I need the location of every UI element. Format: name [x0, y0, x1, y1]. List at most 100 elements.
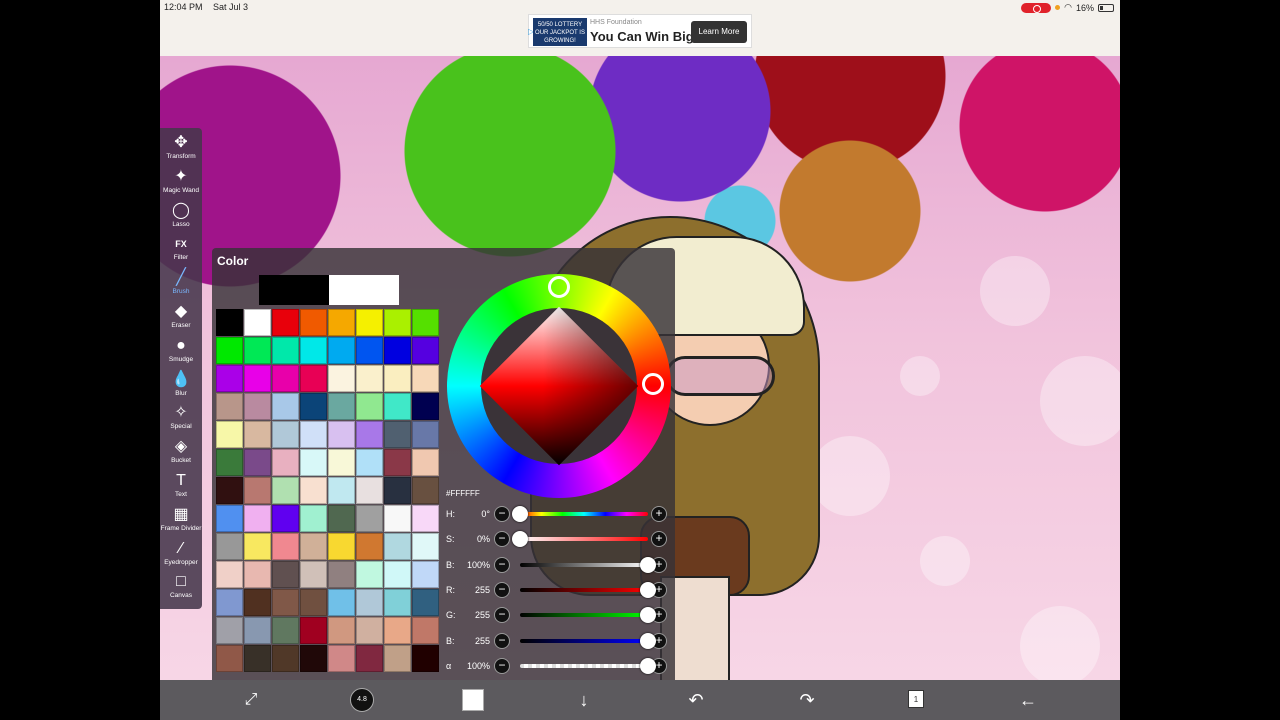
color-swatch[interactable] — [384, 533, 411, 560]
color-swatch[interactable] — [216, 505, 243, 532]
color-swatch[interactable] — [384, 393, 411, 420]
color-swatch[interactable] — [384, 645, 411, 672]
tool-filter[interactable]: FX Filter — [160, 234, 202, 267]
color-swatch[interactable] — [412, 421, 439, 448]
color-swatch[interactable] — [356, 365, 383, 392]
color-swatch[interactable] — [412, 337, 439, 364]
color-swatch[interactable] — [300, 449, 327, 476]
color-swatch[interactable] — [356, 421, 383, 448]
tool-brush[interactable]: ╱ Brush — [160, 268, 202, 301]
color-swatch[interactable] — [384, 337, 411, 364]
tool-canvas[interactable]: □ Canvas — [160, 572, 202, 605]
color-swatch[interactable] — [216, 617, 243, 644]
color-swatch[interactable] — [272, 309, 299, 336]
color-swatch[interactable] — [244, 449, 271, 476]
color-swatch[interactable] — [412, 617, 439, 644]
previous-color-swatch[interactable] — [259, 275, 329, 305]
hue-slider-knob[interactable] — [512, 506, 528, 522]
color-swatch[interactable] — [244, 309, 271, 336]
color-swatch[interactable] — [356, 645, 383, 672]
hex-value[interactable]: #FFFFFF — [446, 489, 480, 498]
color-swatch[interactable] — [384, 449, 411, 476]
color-swatch[interactable] — [272, 477, 299, 504]
alpha-slider-track[interactable] — [520, 663, 648, 668]
color-swatch[interactable] — [328, 365, 355, 392]
color-swatch[interactable] — [300, 477, 327, 504]
brush-size-button[interactable]: 4.8 — [350, 688, 374, 712]
tool-smudge[interactable]: ● Smudge — [160, 336, 202, 369]
color-swatch[interactable] — [272, 561, 299, 588]
color-swatch[interactable] — [216, 393, 243, 420]
saturation-increase-button[interactable]: + — [651, 531, 667, 548]
color-swatch[interactable] — [272, 645, 299, 672]
tool-eraser[interactable]: ◆ Eraser — [160, 302, 202, 335]
color-swatch[interactable] — [300, 561, 327, 588]
color-swatch[interactable] — [412, 393, 439, 420]
alpha-slider-knob[interactable] — [640, 657, 656, 674]
color-swatch[interactable] — [328, 561, 355, 588]
color-swatch[interactable] — [300, 421, 327, 448]
back-arrow-icon[interactable]: ← — [1015, 688, 1041, 712]
arrow-down-icon[interactable]: ↓ — [571, 688, 597, 712]
color-swatch[interactable] — [244, 365, 271, 392]
color-swatch[interactable] — [300, 589, 327, 616]
color-swatch[interactable] — [356, 561, 383, 588]
red-slider-track[interactable] — [520, 587, 648, 592]
color-swatch[interactable] — [244, 561, 271, 588]
red-slider-knob[interactable] — [640, 581, 656, 598]
color-swatch[interactable] — [412, 309, 439, 336]
color-swatch[interactable] — [216, 561, 243, 588]
ad-banner[interactable]: ▷ 50/50 LOTTERY OUR JACKPOT IS GROWING! … — [528, 14, 752, 48]
color-swatch[interactable] — [328, 449, 355, 476]
color-swatch[interactable] — [216, 589, 243, 616]
color-swatch[interactable] — [244, 393, 271, 420]
color-swatch[interactable] — [328, 505, 355, 532]
color-swatch[interactable] — [328, 645, 355, 672]
color-swatch[interactable] — [384, 421, 411, 448]
screen-record-icon[interactable] — [1021, 2, 1052, 13]
color-swatch[interactable] — [300, 533, 327, 560]
color-swatch[interactable] — [216, 421, 243, 448]
color-swatch[interactable] — [412, 477, 439, 504]
color-swatch[interactable] — [216, 449, 243, 476]
color-swatch[interactable] — [384, 505, 411, 532]
color-swatch[interactable] — [328, 421, 355, 448]
color-swatch[interactable] — [356, 309, 383, 336]
color-swatch[interactable] — [328, 337, 355, 364]
undo-icon[interactable]: ↶ — [683, 688, 709, 712]
tool-text[interactable]: T Text — [160, 471, 202, 504]
color-swatch[interactable] — [356, 533, 383, 560]
color-swatch[interactable] — [244, 645, 271, 672]
color-swatch[interactable] — [384, 309, 411, 336]
color-swatch[interactable] — [384, 561, 411, 588]
color-swatch[interactable] — [328, 309, 355, 336]
color-swatch[interactable] — [412, 589, 439, 616]
color-swatch[interactable] — [356, 505, 383, 532]
color-swatch[interactable] — [356, 617, 383, 644]
color-swatch[interactable] — [384, 365, 411, 392]
color-swatch[interactable] — [272, 449, 299, 476]
current-color-swatch[interactable] — [329, 275, 399, 305]
color-swatch[interactable] — [356, 393, 383, 420]
color-swatch[interactable] — [244, 477, 271, 504]
blue-slider-knob[interactable] — [640, 632, 656, 649]
sb-handle[interactable] — [642, 373, 664, 395]
color-swatch[interactable] — [412, 533, 439, 560]
color-swatch[interactable] — [328, 533, 355, 560]
color-swatch[interactable] — [356, 449, 383, 476]
green-decrease-button[interactable]: − — [494, 607, 510, 624]
color-swatch[interactable] — [328, 477, 355, 504]
color-swatch[interactable] — [216, 337, 243, 364]
hue-handle[interactable] — [548, 276, 570, 298]
color-swatch[interactable] — [216, 477, 243, 504]
color-swatch[interactable] — [216, 645, 243, 672]
color-swatch[interactable] — [328, 617, 355, 644]
tool-special[interactable]: ✧ Special — [160, 403, 202, 436]
tool-bucket[interactable]: ◈ Bucket — [160, 437, 202, 470]
color-swatch[interactable] — [328, 589, 355, 616]
color-swatch[interactable] — [272, 365, 299, 392]
ad-learn-more-button[interactable]: Learn More — [691, 21, 747, 43]
green-slider-track[interactable] — [520, 613, 648, 618]
color-swatch[interactable] — [244, 337, 271, 364]
hue-decrease-button[interactable]: − — [494, 506, 510, 522]
